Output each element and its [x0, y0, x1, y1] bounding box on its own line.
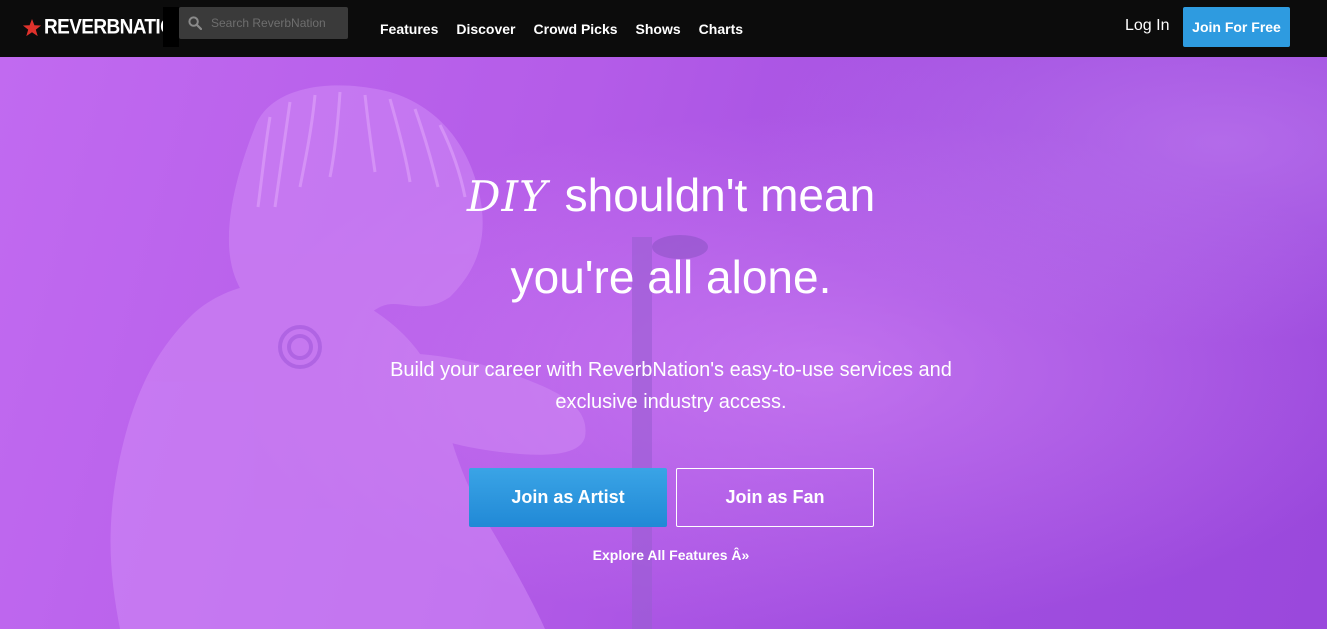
search-input[interactable]: [211, 16, 341, 30]
nav-item-features[interactable]: Features: [380, 21, 438, 37]
main-nav: Features Discover Crowd Picks Shows Char…: [380, 0, 761, 57]
nav-item-shows[interactable]: Shows: [636, 21, 681, 37]
nav-item-charts[interactable]: Charts: [699, 21, 743, 37]
logo-divider: [163, 7, 179, 47]
hero-subtitle: Build your career with ReverbNation's ea…: [390, 359, 952, 413]
headline-accent: DIY: [466, 172, 548, 221]
join-as-fan-button[interactable]: Join as Fan: [676, 468, 874, 527]
search-box[interactable]: [179, 7, 348, 39]
star-icon: [22, 19, 42, 37]
nav-item-discover[interactable]: Discover: [456, 21, 515, 37]
top-navigation-bar: REVERBNATION ® Features Discover Crowd P…: [0, 0, 1327, 57]
nav-item-crowd-picks[interactable]: Crowd Picks: [534, 21, 618, 37]
headline-line-1-text: shouldn't mean: [564, 169, 876, 221]
join-for-free-button[interactable]: Join For Free: [1183, 7, 1290, 47]
headline-line-1: DIY shouldn't mean: [0, 167, 1327, 225]
hero-content: DIY shouldn't mean you're all alone. Bui…: [0, 57, 1327, 629]
explore-all-features-link[interactable]: Explore All Features Â»: [0, 547, 1327, 563]
search-icon: [188, 16, 202, 30]
hero-section: DIY shouldn't mean you're all alone. Bui…: [0, 57, 1327, 629]
join-as-artist-button[interactable]: Join as Artist: [469, 468, 667, 527]
login-link[interactable]: Log In: [1125, 17, 1169, 35]
headline-line-2: you're all alone.: [510, 251, 832, 303]
